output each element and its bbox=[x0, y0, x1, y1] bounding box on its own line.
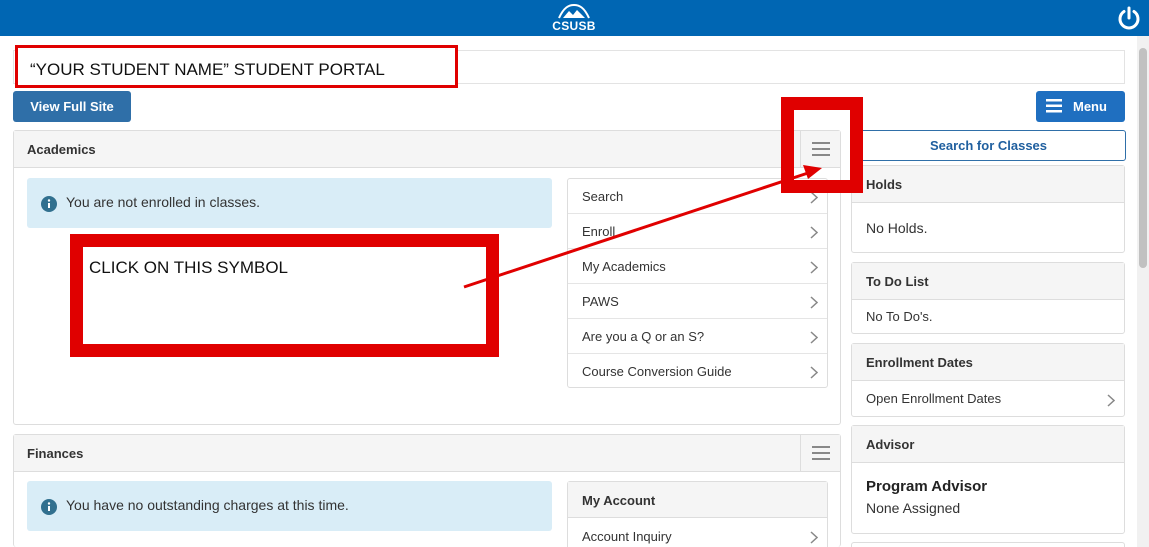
chevron-right-icon bbox=[810, 261, 818, 274]
chevron-right-icon bbox=[810, 366, 818, 379]
academics-alert: You are not enrolled in classes. bbox=[27, 178, 552, 228]
menu-label: Menu bbox=[1073, 99, 1107, 114]
hamburger-icon bbox=[812, 446, 830, 460]
todo-title: To Do List bbox=[866, 274, 929, 289]
info-icon bbox=[41, 196, 57, 212]
annotation-callout: CLICK ON THIS SYMBOL bbox=[70, 234, 499, 357]
menu-icon bbox=[1046, 99, 1062, 113]
link-course-conversion-guide[interactable]: Course Conversion Guide bbox=[568, 354, 827, 389]
holds-panel: Holds No Holds. bbox=[851, 165, 1125, 253]
chevron-right-icon bbox=[810, 331, 818, 344]
todo-body: No To Do's. bbox=[866, 309, 933, 324]
student-name: “YOUR STUDENT NAME” STUDENT PORTAL bbox=[30, 60, 385, 79]
link-account-inquiry[interactable]: Account Inquiry bbox=[568, 519, 827, 547]
advisor-title: Advisor bbox=[866, 437, 915, 452]
annotation-text: CLICK ON THIS SYMBOL bbox=[89, 258, 289, 277]
link-paws[interactable]: PAWS bbox=[568, 284, 827, 319]
chevron-right-icon bbox=[810, 531, 818, 544]
csusb-logo[interactable]: CSUSB bbox=[550, 3, 598, 33]
academics-link-list: Search Enroll My Academics PAWS Are you … bbox=[567, 178, 828, 388]
my-account-header: My Account bbox=[568, 482, 827, 518]
chevron-right-icon bbox=[1107, 394, 1115, 407]
program-advisor-value: None Assigned bbox=[866, 500, 961, 516]
enrollment-dates-panel: Enrollment Dates Open Enrollment Dates bbox=[851, 343, 1125, 417]
my-account-list: My Account Account Inquiry bbox=[567, 481, 828, 547]
academics-title: Academics bbox=[27, 142, 96, 157]
next-sidebar-panel bbox=[851, 542, 1125, 547]
finances-header: Finances bbox=[14, 435, 840, 472]
power-icon[interactable] bbox=[1116, 5, 1142, 31]
hamburger-highlight-box bbox=[781, 97, 863, 193]
chevron-right-icon bbox=[810, 226, 818, 239]
info-icon bbox=[41, 499, 57, 515]
link-my-academics[interactable]: My Academics bbox=[568, 249, 827, 284]
open-enrollment-dates-link[interactable]: Open Enrollment Dates bbox=[852, 382, 1124, 416]
finances-alert-text: You have no outstanding charges at this … bbox=[66, 497, 349, 513]
view-full-site-button[interactable]: View Full Site bbox=[13, 91, 131, 122]
chevron-right-icon bbox=[810, 296, 818, 309]
scrollbar-thumb[interactable] bbox=[1139, 48, 1147, 268]
link-enroll[interactable]: Enroll bbox=[568, 214, 827, 249]
program-advisor-label: Program Advisor bbox=[866, 478, 988, 495]
advisor-panel: Advisor Program Advisor None Assigned bbox=[851, 425, 1125, 534]
holds-body: No Holds. bbox=[866, 220, 928, 236]
mountain-icon bbox=[558, 3, 590, 19]
holds-title: Holds bbox=[866, 177, 903, 192]
finances-title: Finances bbox=[27, 446, 84, 461]
finances-hamburger-button[interactable] bbox=[800, 435, 840, 471]
student-name-annotation: “YOUR STUDENT NAME” STUDENT PORTAL bbox=[15, 45, 458, 88]
finances-panel: Finances You have no outstanding charges… bbox=[13, 434, 841, 547]
link-q-or-s[interactable]: Are you a Q or an S? bbox=[568, 319, 827, 354]
academics-header: Academics bbox=[14, 131, 840, 168]
finances-alert: You have no outstanding charges at this … bbox=[27, 481, 552, 531]
todo-panel: To Do List No To Do's. bbox=[851, 262, 1125, 334]
menu-button[interactable]: Menu bbox=[1036, 91, 1125, 122]
search-for-classes-button[interactable]: Search for Classes bbox=[851, 130, 1126, 161]
my-account-title: My Account bbox=[582, 493, 656, 508]
top-bar: CSUSB bbox=[0, 0, 1149, 36]
enrollment-dates-title: Enrollment Dates bbox=[866, 355, 973, 370]
academics-alert-text: You are not enrolled in classes. bbox=[66, 194, 261, 210]
logo-text: CSUSB bbox=[552, 19, 596, 33]
